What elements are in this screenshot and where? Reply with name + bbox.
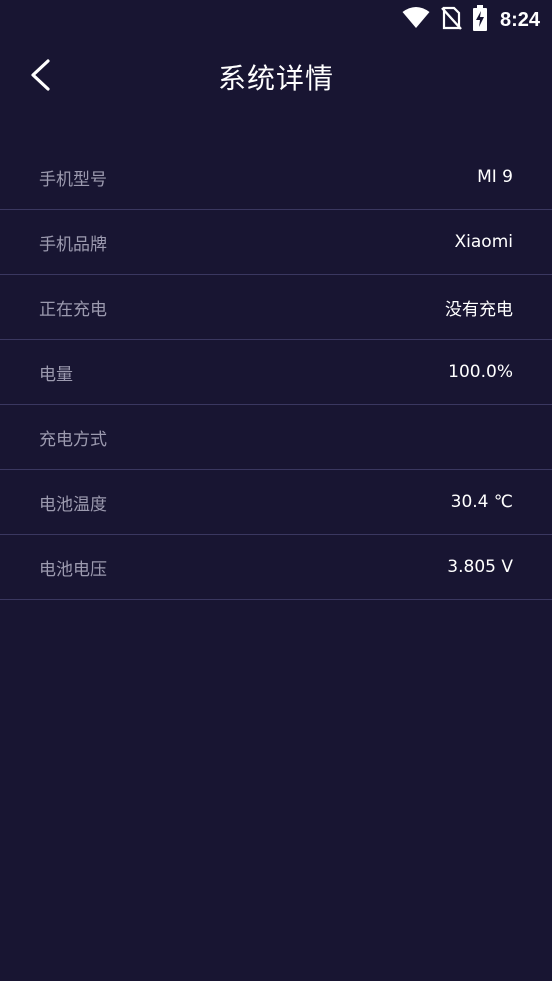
- list-item-battery-level: 电量 100.0%: [0, 340, 552, 405]
- row-label: 手机型号: [39, 169, 107, 190]
- list-item-charging-method: 充电方式: [0, 405, 552, 470]
- row-value: Xiaomi: [454, 232, 513, 252]
- list-item-phone-brand: 手机品牌 Xiaomi: [0, 210, 552, 275]
- row-value: MI 9: [477, 167, 513, 187]
- battery-charging-icon: [472, 5, 488, 35]
- row-label: 充电方式: [39, 429, 107, 450]
- row-label: 电池温度: [39, 494, 107, 515]
- list-item-charging: 正在充电 没有充电: [0, 275, 552, 340]
- page-title: 系统详情: [217, 62, 334, 95]
- row-value: 没有充电: [445, 299, 513, 320]
- row-value: 30.4 ℃: [450, 492, 513, 512]
- row-value: 3.805 V: [447, 557, 513, 577]
- row-label: 电量: [39, 364, 73, 385]
- status-icons: 8:24: [402, 5, 540, 35]
- app-header: 系统详情: [0, 40, 552, 116]
- list-item-battery-voltage: 电池电压 3.805 V: [0, 535, 552, 600]
- status-time: 8:24: [499, 8, 540, 31]
- status-bar: 8:24: [0, 0, 552, 40]
- detail-list: 手机型号 MI 9 手机品牌 Xiaomi 正在充电 没有充电 电量 100.0…: [0, 145, 552, 600]
- row-value: 100.0%: [448, 362, 513, 382]
- row-label: 电池电压: [39, 559, 107, 580]
- wifi-icon: [402, 7, 430, 33]
- list-item-phone-model: 手机型号 MI 9: [0, 145, 552, 210]
- row-label: 正在充电: [39, 299, 107, 320]
- no-sim-icon: [440, 6, 462, 34]
- list-item-battery-temperature: 电池温度 30.4 ℃: [0, 470, 552, 535]
- row-label: 手机品牌: [39, 234, 107, 255]
